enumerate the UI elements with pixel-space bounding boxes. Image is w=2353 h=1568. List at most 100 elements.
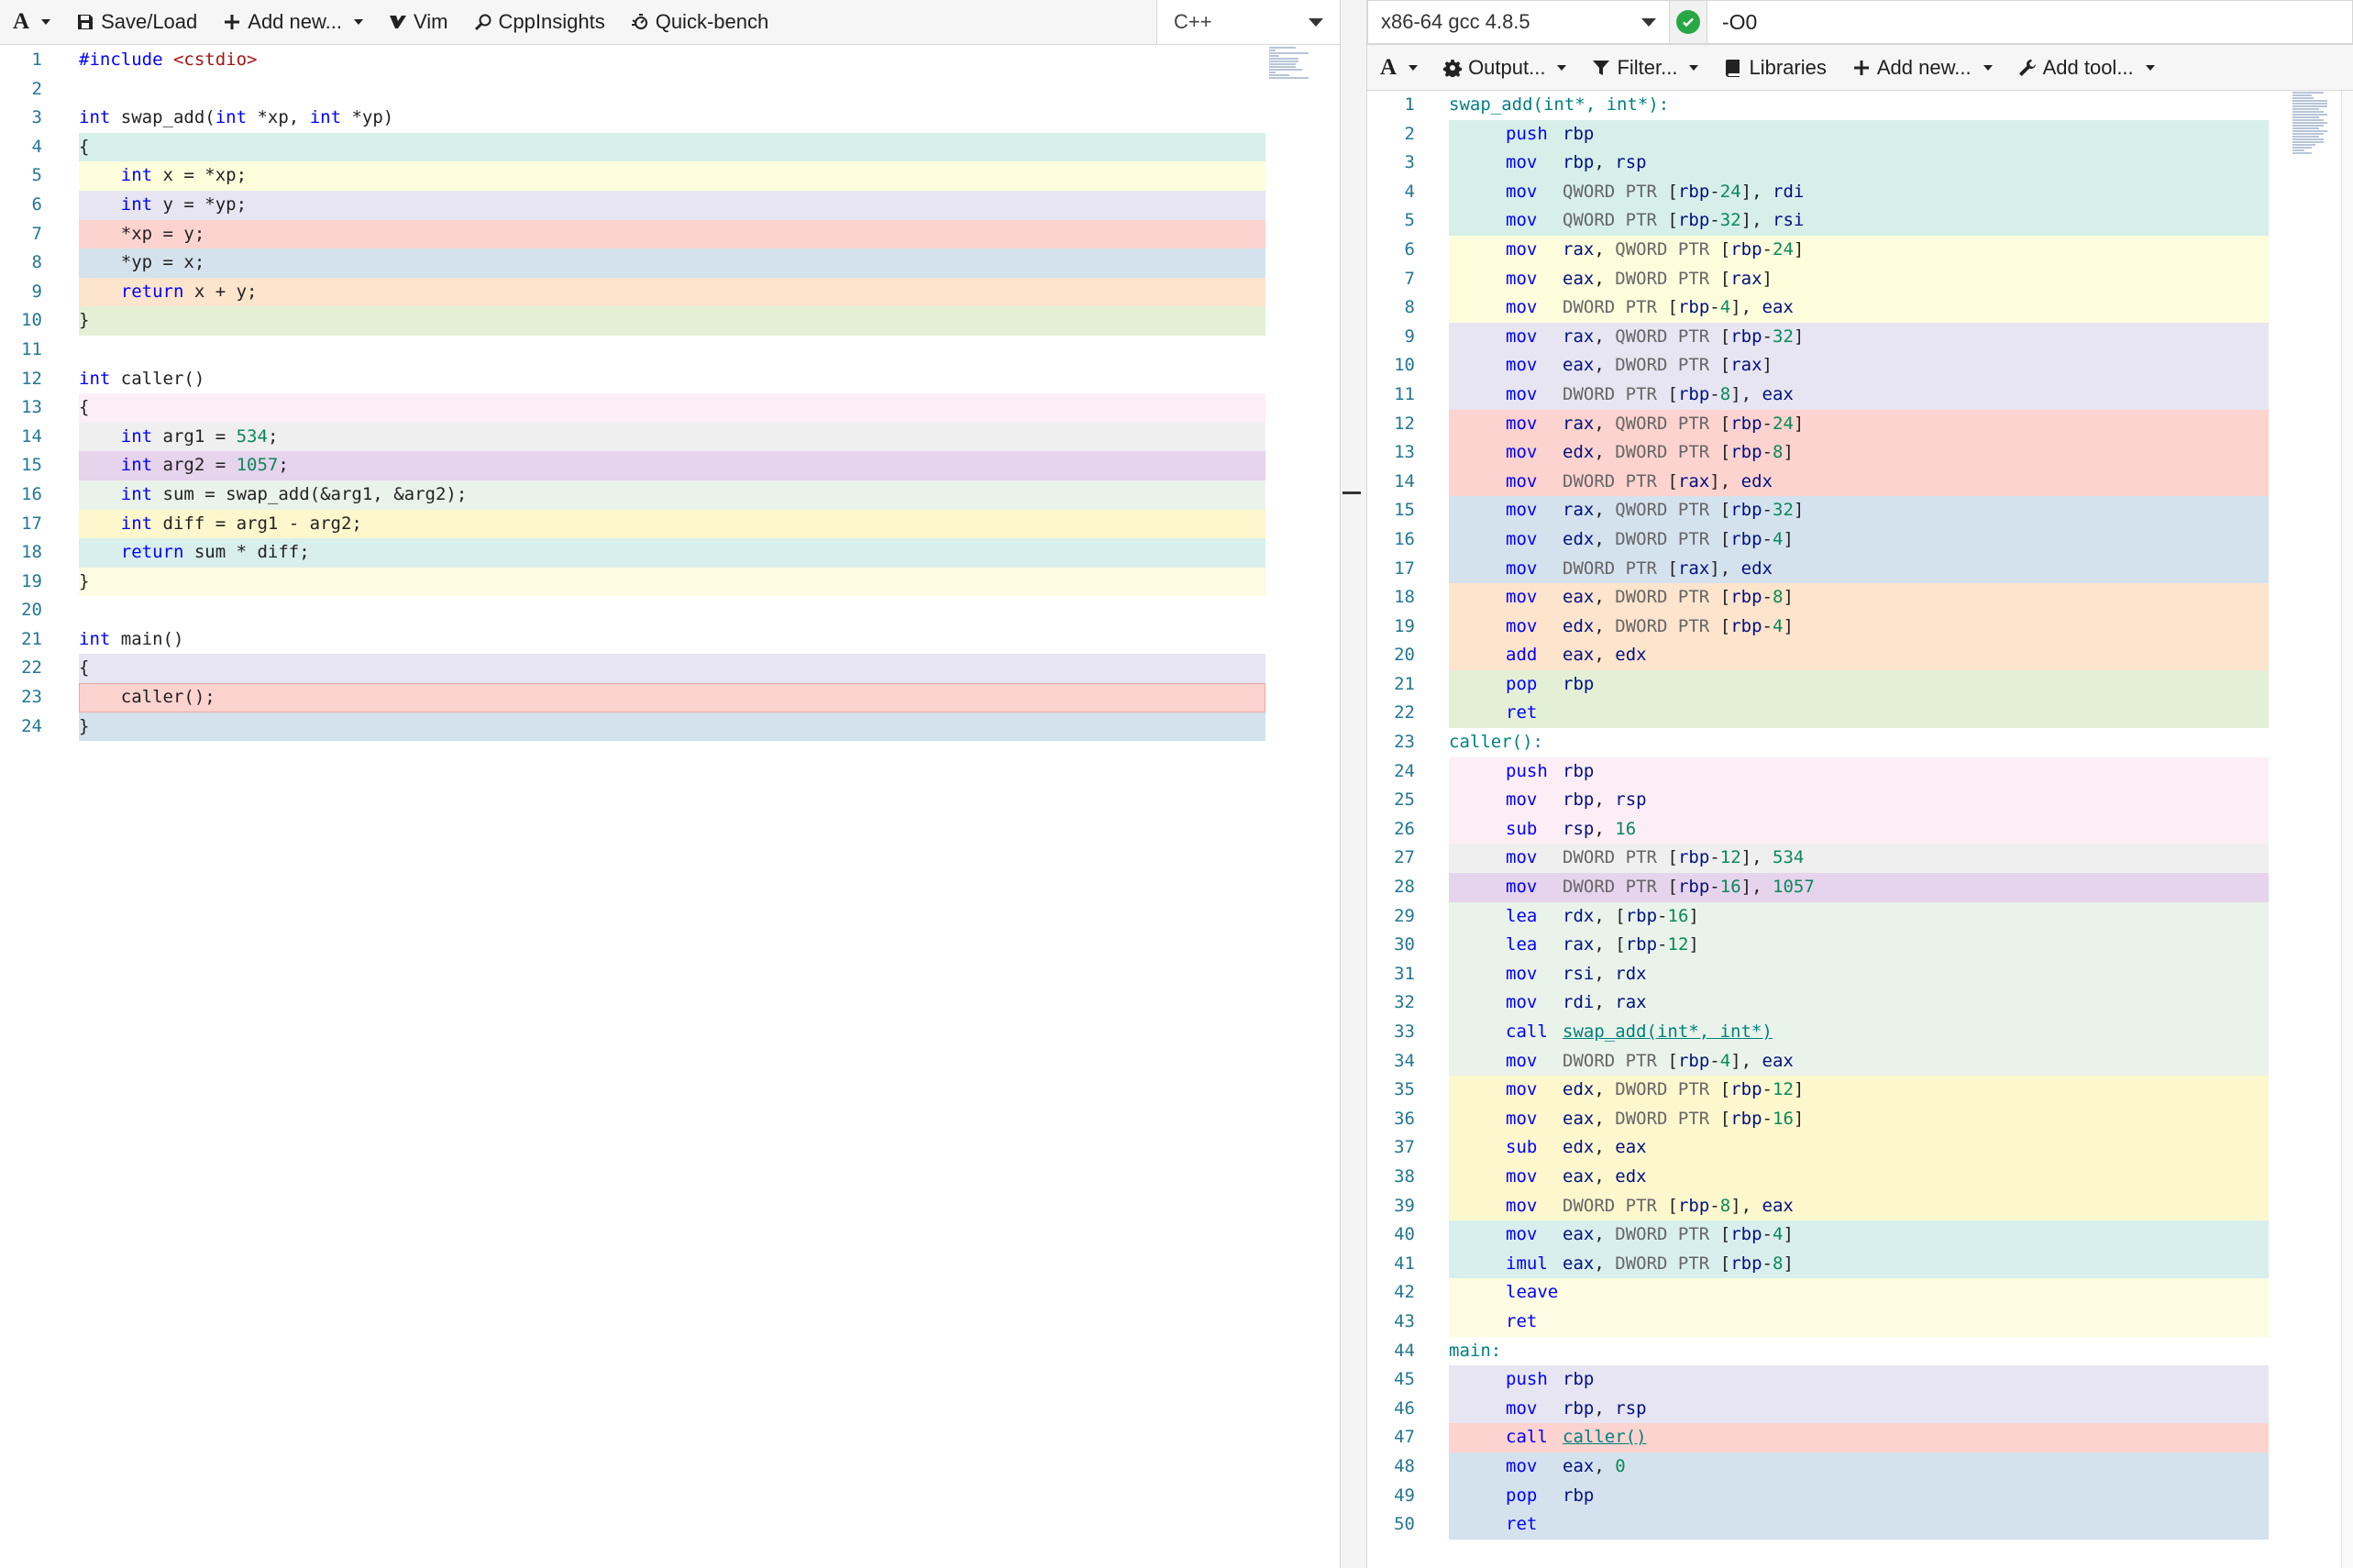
asm-line[interactable]: 39 mov DWORD PTR [rbp -8], eax xyxy=(1367,1191,2353,1221)
code-line[interactable]: 20 xyxy=(0,596,1340,625)
splitter-grip[interactable] xyxy=(1342,491,1361,494)
code-line[interactable]: 8 *yp = x; xyxy=(0,248,1340,278)
asm-line[interactable]: 2 push rbp xyxy=(1367,119,2353,149)
code-line[interactable]: 22 { xyxy=(0,654,1340,684)
code-line[interactable]: 3 int swap_add(int *xp, int *yp) xyxy=(0,104,1340,133)
code-line[interactable]: 1 #include <cstdio> xyxy=(0,46,1340,75)
asm-line[interactable]: 16 mov edx, DWORD PTR [rbp -4] xyxy=(1367,525,2353,555)
compiler-options-input[interactable] xyxy=(1707,0,2353,44)
asm-line[interactable]: 15 mov rax, QWORD PTR [rbp -32] xyxy=(1367,496,2353,525)
asm-line[interactable]: 22 ret xyxy=(1367,699,2353,729)
asm-line[interactable]: 44 main: xyxy=(1367,1337,2353,1366)
asm-line[interactable]: 46 mov rbp, rsp xyxy=(1367,1394,2353,1424)
output-menu-button[interactable]: Output... xyxy=(1431,45,1579,90)
asm-line[interactable]: 23 caller(): xyxy=(1367,728,2353,757)
asm-line[interactable]: 5 mov QWORD PTR [rbp -32], rsi xyxy=(1367,206,2353,236)
pane-splitter[interactable] xyxy=(1341,0,1367,1568)
asm-line[interactable]: 3 mov rbp, rsp xyxy=(1367,149,2353,178)
asm-line[interactable]: 12 mov rax, QWORD PTR [rbp -24] xyxy=(1367,409,2353,439)
asm-line[interactable]: 50 ret xyxy=(1367,1510,2353,1540)
asm-line[interactable]: 4 mov QWORD PTR [rbp -24], rdi xyxy=(1367,177,2353,207)
asm-line[interactable]: 45 push rbp xyxy=(1367,1365,2353,1395)
code-line[interactable]: 11 xyxy=(0,336,1340,365)
language-select[interactable]: C++ xyxy=(1156,0,1340,44)
code-line[interactable]: 13 { xyxy=(0,393,1340,423)
asm-line[interactable]: 40 mov eax, DWORD PTR [rbp -4] xyxy=(1367,1220,2353,1250)
code-line[interactable]: 7 *xp = y; xyxy=(0,219,1340,249)
code-line[interactable]: 15 int arg2 = 1057; xyxy=(0,451,1340,480)
asm-line[interactable]: 27 mov DWORD PTR [rbp -12], 534 xyxy=(1367,844,2353,874)
code-line[interactable]: 14 int arg1 = 534; xyxy=(0,422,1340,452)
asm-line[interactable]: 33 call swap_add(int*, int*) xyxy=(1367,1018,2353,1047)
asm-line[interactable]: 28 mov DWORD PTR [rbp -16], 1057 xyxy=(1367,873,2353,902)
code-token[interactable]: caller() xyxy=(1563,1423,1647,1452)
asm-line[interactable]: 24 push rbp xyxy=(1367,756,2353,787)
asm-line[interactable]: 20 add eax, edx xyxy=(1367,641,2353,670)
code-line[interactable]: 16 int sum = swap_add(&arg1, &arg2); xyxy=(0,480,1340,510)
code-line[interactable]: 23 caller(); xyxy=(0,683,1340,712)
asm-line[interactable]: 35 mov edx, DWORD PTR [rbp -12] xyxy=(1367,1076,2353,1105)
asm-line[interactable]: 38 mov eax, edx xyxy=(1367,1162,2353,1192)
code-line[interactable]: 24} xyxy=(0,712,1340,742)
code-token[interactable]: swap_add(int*, int*) xyxy=(1563,1018,1773,1047)
asm-line[interactable]: 41 imul eax, DWORD PTR [rbp -8] xyxy=(1367,1249,2353,1279)
cppinsights-button[interactable]: CppInsights xyxy=(461,0,618,44)
filter-menu-button[interactable]: Filter... xyxy=(1579,45,1711,90)
asm-line[interactable]: 25 mov rbp, rsp xyxy=(1367,786,2353,815)
asm-line[interactable]: 30 lea rax, [rbp -12] xyxy=(1367,931,2353,960)
asm-line[interactable]: 14 mov DWORD PTR [rax], edx xyxy=(1367,467,2353,497)
asm-line[interactable]: 19 mov edx, DWORD PTR [rbp -4] xyxy=(1367,612,2353,642)
code-line[interactable]: 12 int caller() xyxy=(0,365,1340,394)
code-line[interactable]: 9 return x + y; xyxy=(0,277,1340,307)
asm-line[interactable]: 10 mov eax, DWORD PTR [rax] xyxy=(1367,351,2353,381)
asm-line[interactable]: 6 mov rax, QWORD PTR [rbp -24] xyxy=(1367,235,2353,265)
asm-line[interactable]: 11 mov DWORD PTR [rbp -8], eax xyxy=(1367,380,2353,410)
code-line[interactable]: 21 int main() xyxy=(0,625,1340,655)
code-line[interactable]: 6 int y = *yp; xyxy=(0,190,1340,220)
assembly-scrollbar[interactable] xyxy=(2341,91,2353,1568)
asm-line[interactable]: 34 mov DWORD PTR [rbp -4], eax xyxy=(1367,1046,2353,1077)
assembly-minimap[interactable] xyxy=(2292,91,2331,182)
code-line[interactable]: 18 return sum * diff; xyxy=(0,538,1340,568)
assembly-output[interactable]: 1 swap_add(int*, int*): 2 push rbp 3 mov rbp, r… xyxy=(1367,91,2353,1540)
asm-line[interactable]: 13 mov edx, DWORD PTR [rbp -8] xyxy=(1367,438,2353,468)
asm-line[interactable]: 48 mov eax, 0 xyxy=(1367,1452,2353,1482)
output-font-size-button[interactable]: A xyxy=(1367,45,1431,90)
asm-line[interactable]: 18 mov eax, DWORD PTR [rbp -8] xyxy=(1367,583,2353,613)
output-add-new-button[interactable]: Add new... xyxy=(1839,45,2005,90)
asm-line[interactable]: 26 sub rsp, 16 xyxy=(1367,814,2353,845)
asm-line[interactable]: 29 lea rdx, [rbp -16] xyxy=(1367,901,2353,932)
source-code-editor[interactable]: 1 #include <cstdio> 2 3 int swap_add(int *xp… xyxy=(0,46,1340,742)
asm-line[interactable]: 7 mov eax, DWORD PTR [rax] xyxy=(1367,264,2353,294)
add-new-button[interactable]: Add new... xyxy=(210,0,376,44)
asm-line[interactable]: 43 ret xyxy=(1367,1307,2353,1337)
code-token: DWORD PTR xyxy=(1615,587,1720,608)
asm-line[interactable]: 47 call caller() xyxy=(1367,1423,2353,1452)
add-tool-button[interactable]: Add tool... xyxy=(2005,45,2168,90)
asm-line[interactable]: 32 mov rdi, rax xyxy=(1367,988,2353,1018)
asm-line[interactable]: 9 mov rax, QWORD PTR [rbp -32] xyxy=(1367,322,2353,352)
asm-line[interactable]: 37 sub edx, eax xyxy=(1367,1133,2353,1163)
asm-line[interactable]: 8 mov DWORD PTR [rbp -4], eax xyxy=(1367,293,2353,323)
code-line[interactable]: 19} xyxy=(0,567,1340,597)
code-line[interactable]: 5 int x = *xp; xyxy=(0,161,1340,191)
code-line[interactable]: 2 xyxy=(0,75,1340,105)
vim-button[interactable]: Vim xyxy=(376,0,461,44)
asm-line[interactable]: 42 leave xyxy=(1367,1278,2353,1308)
asm-line[interactable]: 1 swap_add(int*, int*): xyxy=(1367,91,2353,120)
font-size-button[interactable]: A xyxy=(0,0,63,44)
code-line[interactable]: 17 int diff = arg1 - arg2; xyxy=(0,509,1340,539)
asm-line[interactable]: 36 mov eax, DWORD PTR [rbp -16] xyxy=(1367,1104,2353,1134)
code-line[interactable]: 4{ xyxy=(0,132,1340,162)
asm-line[interactable]: 31 mov rsi, rdx xyxy=(1367,959,2353,989)
asm-line[interactable]: 49 pop rbp xyxy=(1367,1481,2353,1511)
asm-line[interactable]: 17 mov DWORD PTR [rax], edx xyxy=(1367,554,2353,584)
asm-line[interactable]: 21 pop rbp xyxy=(1367,669,2353,700)
quickbench-button[interactable]: Quick-bench xyxy=(618,0,782,44)
source-minimap[interactable] xyxy=(1269,46,1335,90)
compile-status[interactable] xyxy=(1670,0,1707,44)
save-load-button[interactable]: Save/Load xyxy=(63,0,210,44)
code-line[interactable]: 10} xyxy=(0,306,1340,336)
compiler-select[interactable]: x86-64 gcc 4.8.5 xyxy=(1367,0,1670,44)
libraries-button[interactable]: Libraries xyxy=(1711,45,1839,90)
